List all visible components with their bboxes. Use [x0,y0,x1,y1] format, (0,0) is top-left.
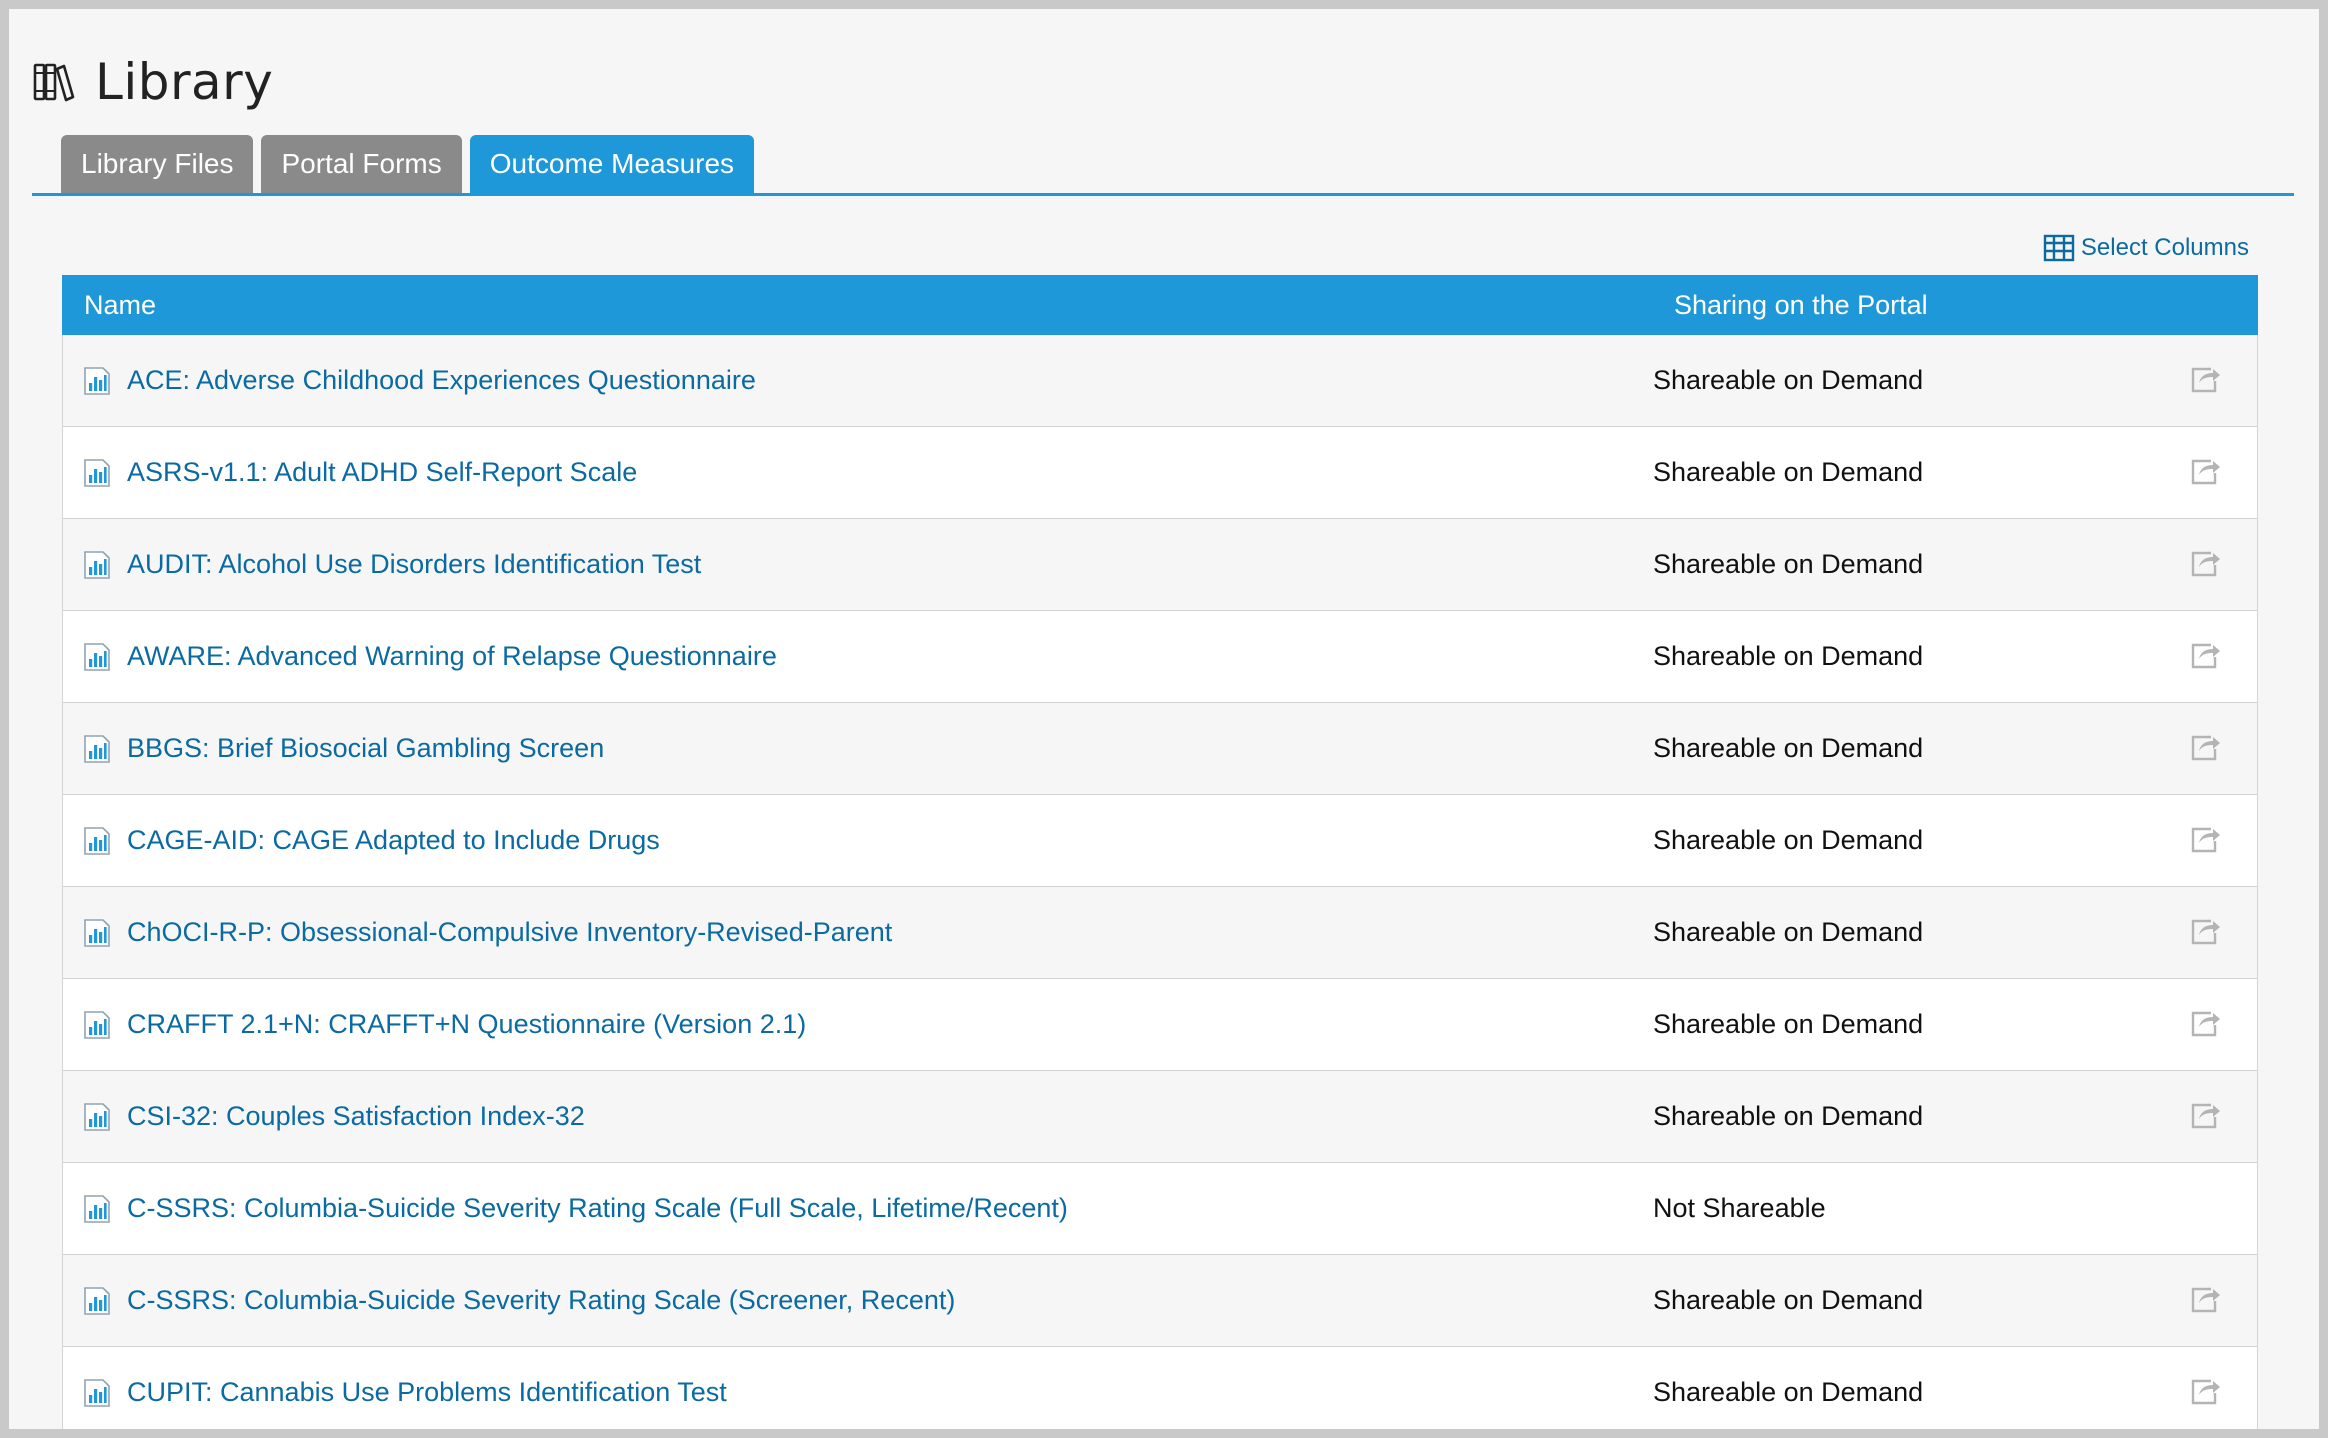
sharing-status: Shareable on Demand [1653,549,1924,579]
app-frame: Library Library Files Portal Forms Outcome… [9,9,2319,1429]
measure-link[interactable]: ChOCI-R-P: Obsessional-Compulsive Invent… [127,917,892,948]
sharing-status: Shareable on Demand [1653,825,1924,855]
sharing-status: Shareable on Demand [1653,365,1924,395]
share-icon[interactable] [2189,1285,2221,1315]
name-cell: BBGS: Brief Biosocial Gambling Screen [63,733,1653,764]
table-grid-icon [2043,234,2075,262]
name-cell: CSI-32: Couples Satisfaction Index-32 [63,1101,1653,1132]
tab-outcome-measures[interactable]: Outcome Measures [469,135,755,193]
share-icon[interactable] [2189,733,2221,763]
sharing-status: Shareable on Demand [1653,733,1924,763]
name-cell: CUPIT: Cannabis Use Problems Identificat… [63,1377,1653,1408]
measure-link[interactable]: C-SSRS: Columbia-Suicide Severity Rating… [127,1193,1068,1224]
share-icon[interactable] [2189,1377,2221,1407]
sharing-status: Shareable on Demand [1653,917,1924,947]
measure-link[interactable]: AWARE: Advanced Warning of Relapse Quest… [127,641,777,672]
measure-link[interactable]: CAGE-AID: CAGE Adapted to Include Drugs [127,825,660,856]
tab-underline [32,193,2294,196]
bar-chart-icon [84,366,110,395]
table-header: Name Sharing on the Portal [62,275,2258,335]
page-header: Library [33,53,273,111]
select-columns-label: Select Columns [2080,234,2249,261]
name-cell: CAGE-AID: CAGE Adapted to Include Drugs [63,825,1653,856]
bar-chart-icon [84,1286,110,1315]
measure-link[interactable]: ACE: Adverse Childhood Experiences Quest… [127,365,756,396]
table-row: C-SSRS: Columbia-Suicide Severity Rating… [62,1255,2258,1347]
name-cell: ACE: Adverse Childhood Experiences Quest… [63,365,1653,396]
name-cell: C-SSRS: Columbia-Suicide Severity Rating… [63,1193,1653,1224]
column-header-name[interactable]: Name [62,290,1674,321]
sharing-status: Shareable on Demand [1653,641,1924,671]
name-cell: CRAFFT 2.1+N: CRAFFT+N Questionnaire (Ve… [63,1009,1653,1040]
table-row: ACE: Adverse Childhood Experiences Quest… [62,335,2258,427]
bar-chart-icon [84,734,110,763]
tab-portal-forms[interactable]: Portal Forms [261,135,462,193]
page-title: Library [95,53,274,111]
share-icon[interactable] [2189,457,2221,487]
bar-chart-icon [84,642,110,671]
measure-link[interactable]: ASRS-v1.1: Adult ADHD Self-Report Scale [127,457,637,488]
name-cell: AWARE: Advanced Warning of Relapse Quest… [63,641,1653,672]
table-row: AWARE: Advanced Warning of Relapse Quest… [62,611,2258,703]
share-icon[interactable] [2189,641,2221,671]
sharing-status: Shareable on Demand [1653,1101,1924,1131]
table-row: BBGS: Brief Biosocial Gambling Screen Sha… [62,703,2258,795]
sharing-status: Not Shareable [1653,1193,1826,1223]
table-row: ASRS-v1.1: Adult ADHD Self-Report Scale S… [62,427,2258,519]
name-cell: AUDIT: Alcohol Use Disorders Identificat… [63,549,1653,580]
share-icon[interactable] [2189,825,2221,855]
sharing-status: Shareable on Demand [1653,1377,1924,1407]
bar-chart-icon [84,1194,110,1223]
sharing-status: Shareable on Demand [1653,1009,1924,1039]
measure-link[interactable]: CSI-32: Couples Satisfaction Index-32 [127,1101,585,1132]
share-icon[interactable] [2189,917,2221,947]
name-cell: ChOCI-R-P: Obsessional-Compulsive Invent… [63,917,1653,948]
column-header-sharing[interactable]: Sharing on the Portal [1674,290,2258,321]
tab-library-files[interactable]: Library Files [61,135,254,193]
measure-link[interactable]: CRAFFT 2.1+N: CRAFFT+N Questionnaire (Ve… [127,1009,806,1040]
share-icon[interactable] [2189,1009,2221,1039]
share-icon[interactable] [2189,549,2221,579]
table-row: CSI-32: Couples Satisfaction Index-32 Sha… [62,1071,2258,1163]
table-row: CAGE-AID: CAGE Adapted to Include Drugs S… [62,795,2258,887]
share-icon[interactable] [2189,1101,2221,1131]
measure-link[interactable]: BBGS: Brief Biosocial Gambling Screen [127,733,604,764]
outcome-measures-table: Name Sharing on the Portal ACE: Adverse … [62,275,2258,1429]
table-row: C-SSRS: Columbia-Suicide Severity Rating… [62,1163,2258,1255]
bar-chart-icon [84,1010,110,1039]
share-icon[interactable] [2189,365,2221,395]
table-row: CUPIT: Cannabis Use Problems Identificat… [62,1347,2258,1429]
bar-chart-icon [84,1102,110,1131]
name-cell: ASRS-v1.1: Adult ADHD Self-Report Scale [63,457,1653,488]
sharing-status: Shareable on Demand [1653,1285,1924,1315]
table-row: CRAFFT 2.1+N: CRAFFT+N Questionnaire (Ve… [62,979,2258,1071]
bar-chart-icon [84,826,110,855]
measure-link[interactable]: AUDIT: Alcohol Use Disorders Identificat… [127,549,701,580]
measure-link[interactable]: CUPIT: Cannabis Use Problems Identificat… [127,1377,727,1408]
tab-bar: Library Files Portal Forms Outcome Measure… [61,135,755,193]
table-row: AUDIT: Alcohol Use Disorders Identificat… [62,519,2258,611]
bar-chart-icon [84,1378,110,1407]
bar-chart-icon [84,550,110,579]
sharing-status: Shareable on Demand [1653,457,1924,487]
select-columns-button[interactable]: Select Columns [2043,234,2249,262]
table-row: ChOCI-R-P: Obsessional-Compulsive Invent… [62,887,2258,979]
bar-chart-icon [84,458,110,487]
books-icon [33,63,75,102]
measure-link[interactable]: C-SSRS: Columbia-Suicide Severity Rating… [127,1285,955,1316]
name-cell: C-SSRS: Columbia-Suicide Severity Rating… [63,1285,1653,1316]
table-body: ACE: Adverse Childhood Experiences Quest… [62,335,2258,1429]
bar-chart-icon [84,918,110,947]
